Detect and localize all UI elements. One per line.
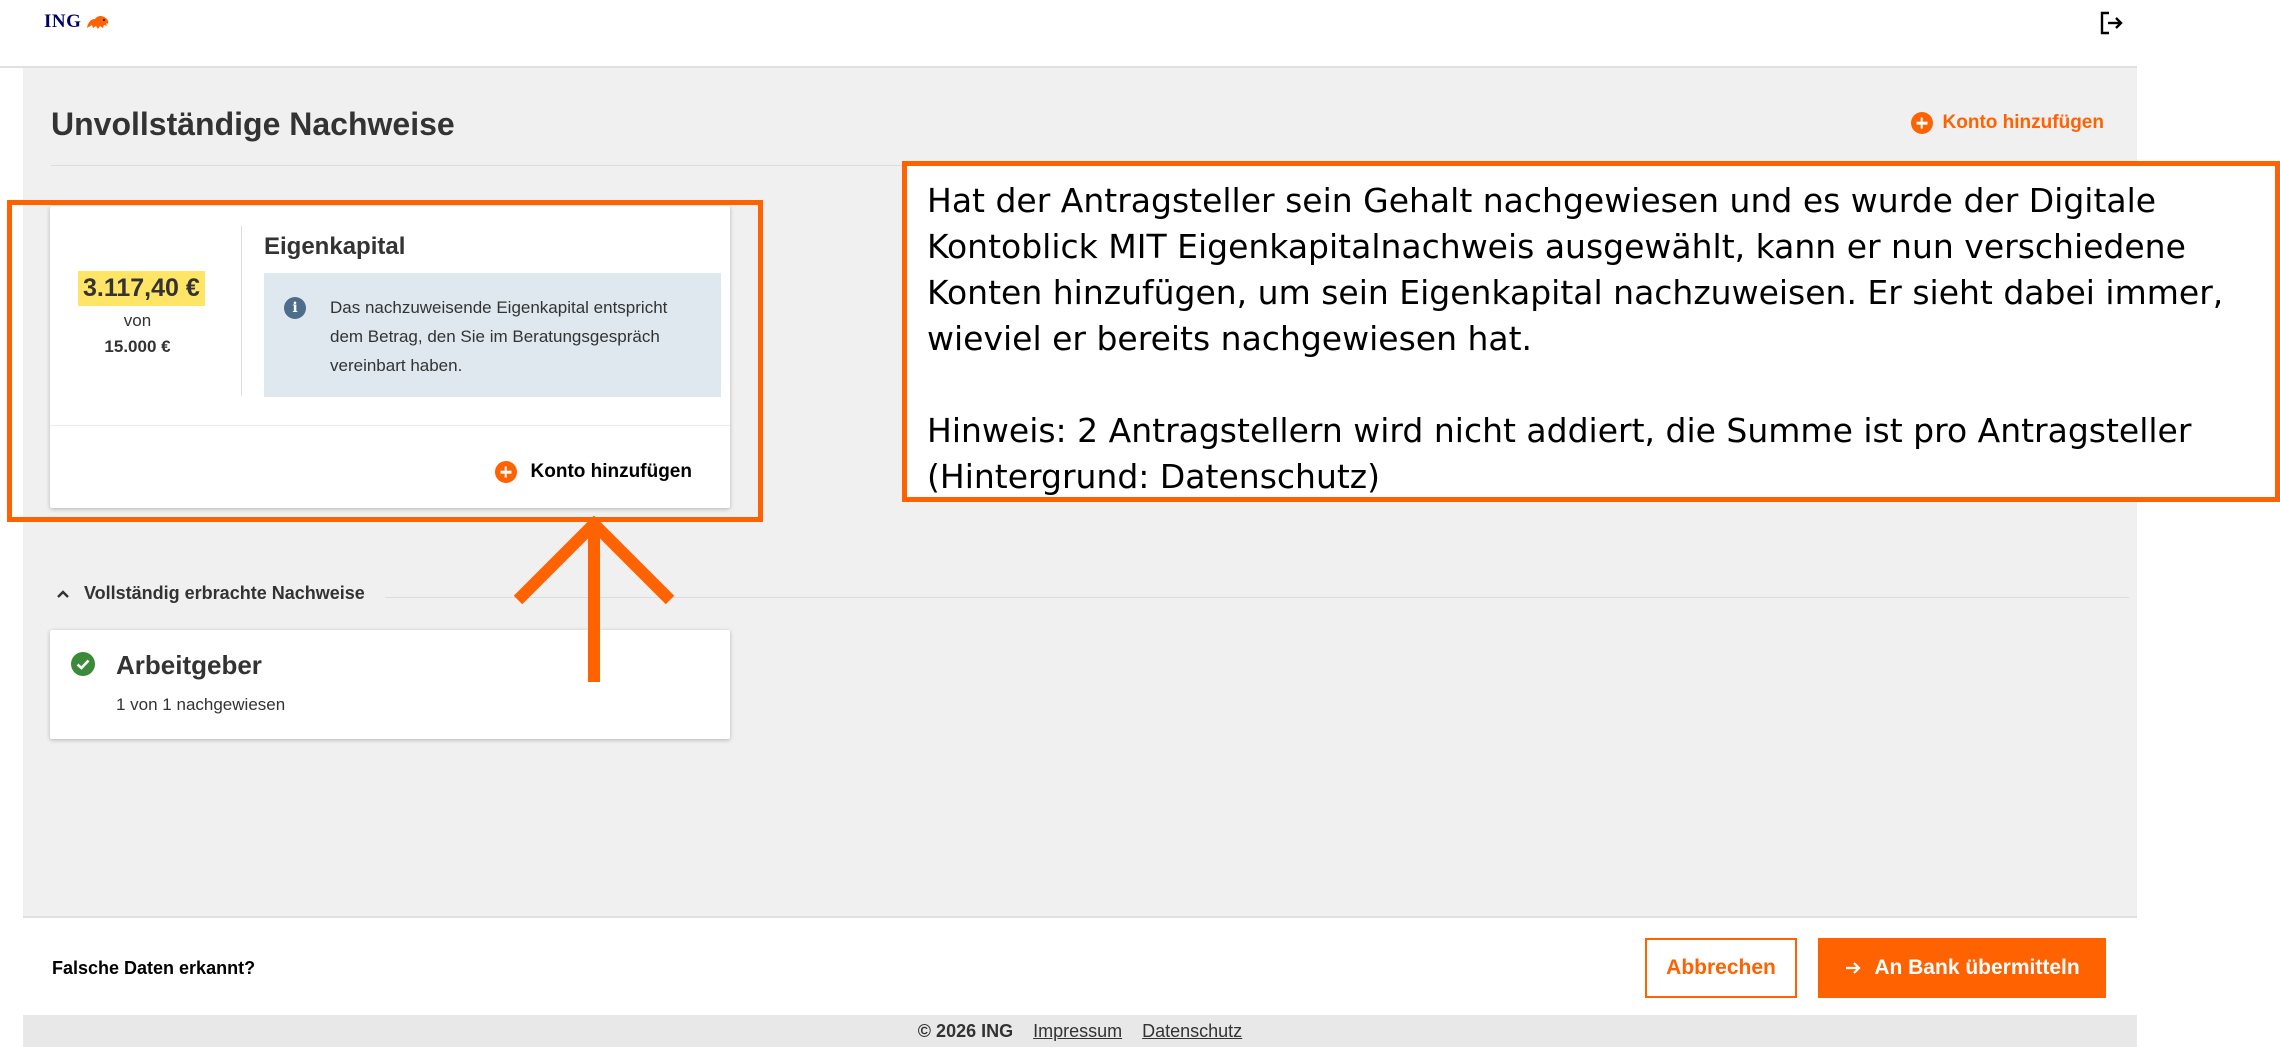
top-header: ING [0, 0, 2137, 68]
annotation-arrow-icon [514, 515, 674, 682]
completed-section-label: Vollständig erbrachte Nachweise [84, 583, 365, 603]
lion-icon [87, 15, 109, 29]
page-title: Unvollständige Nachweise [51, 106, 455, 142]
copyright: © 2026 ING [917, 1020, 1014, 1041]
logo-text: ING [44, 11, 82, 32]
page-root: ING Unvollständige Nachweise Konto hinzu… [0, 0, 2280, 1047]
datenschutz-link[interactable]: Datenschutz [1142, 1021, 1242, 1042]
impressum-link[interactable]: Impressum [1033, 1021, 1122, 1042]
completed-section-toggle[interactable]: Vollständig erbrachte Nachweise [54, 583, 365, 604]
add-account-label: Konto hinzufügen [1942, 112, 2104, 133]
plus-circle-icon [1910, 112, 1933, 134]
annotation-note: Hat der Antragsteller sein Gehalt nachge… [902, 161, 2280, 502]
employer-status: 1 von 1 nachgewiesen [116, 695, 286, 714]
employer-title: Arbeitgeber [116, 650, 262, 680]
annotation-text: Hat der Antragsteller sein Gehalt nachge… [927, 181, 2224, 496]
action-bar: Falsche Daten erkannt? Abbrechen An Bank… [23, 916, 2137, 1013]
logout-icon[interactable] [2097, 8, 2127, 38]
cancel-button[interactable]: Abbrechen [1645, 938, 1797, 998]
arrow-right-icon [1846, 962, 1861, 974]
check-circle-icon [71, 652, 95, 676]
annotation-highlight-frame [7, 200, 763, 522]
submit-to-bank-button[interactable]: An Bank übermitteln [1818, 938, 2106, 998]
add-account-link-top[interactable]: Konto hinzufügen [1910, 112, 2104, 134]
ing-logo[interactable]: ING [44, 11, 111, 33]
submit-label: An Bank übermitteln [1874, 956, 2080, 979]
footer: © 2026 ING Impressum Datenschutz [23, 1015, 2137, 1047]
wrong-data-link[interactable]: Falsche Daten erkannt? [52, 958, 255, 979]
chevron-up-icon [57, 589, 69, 598]
